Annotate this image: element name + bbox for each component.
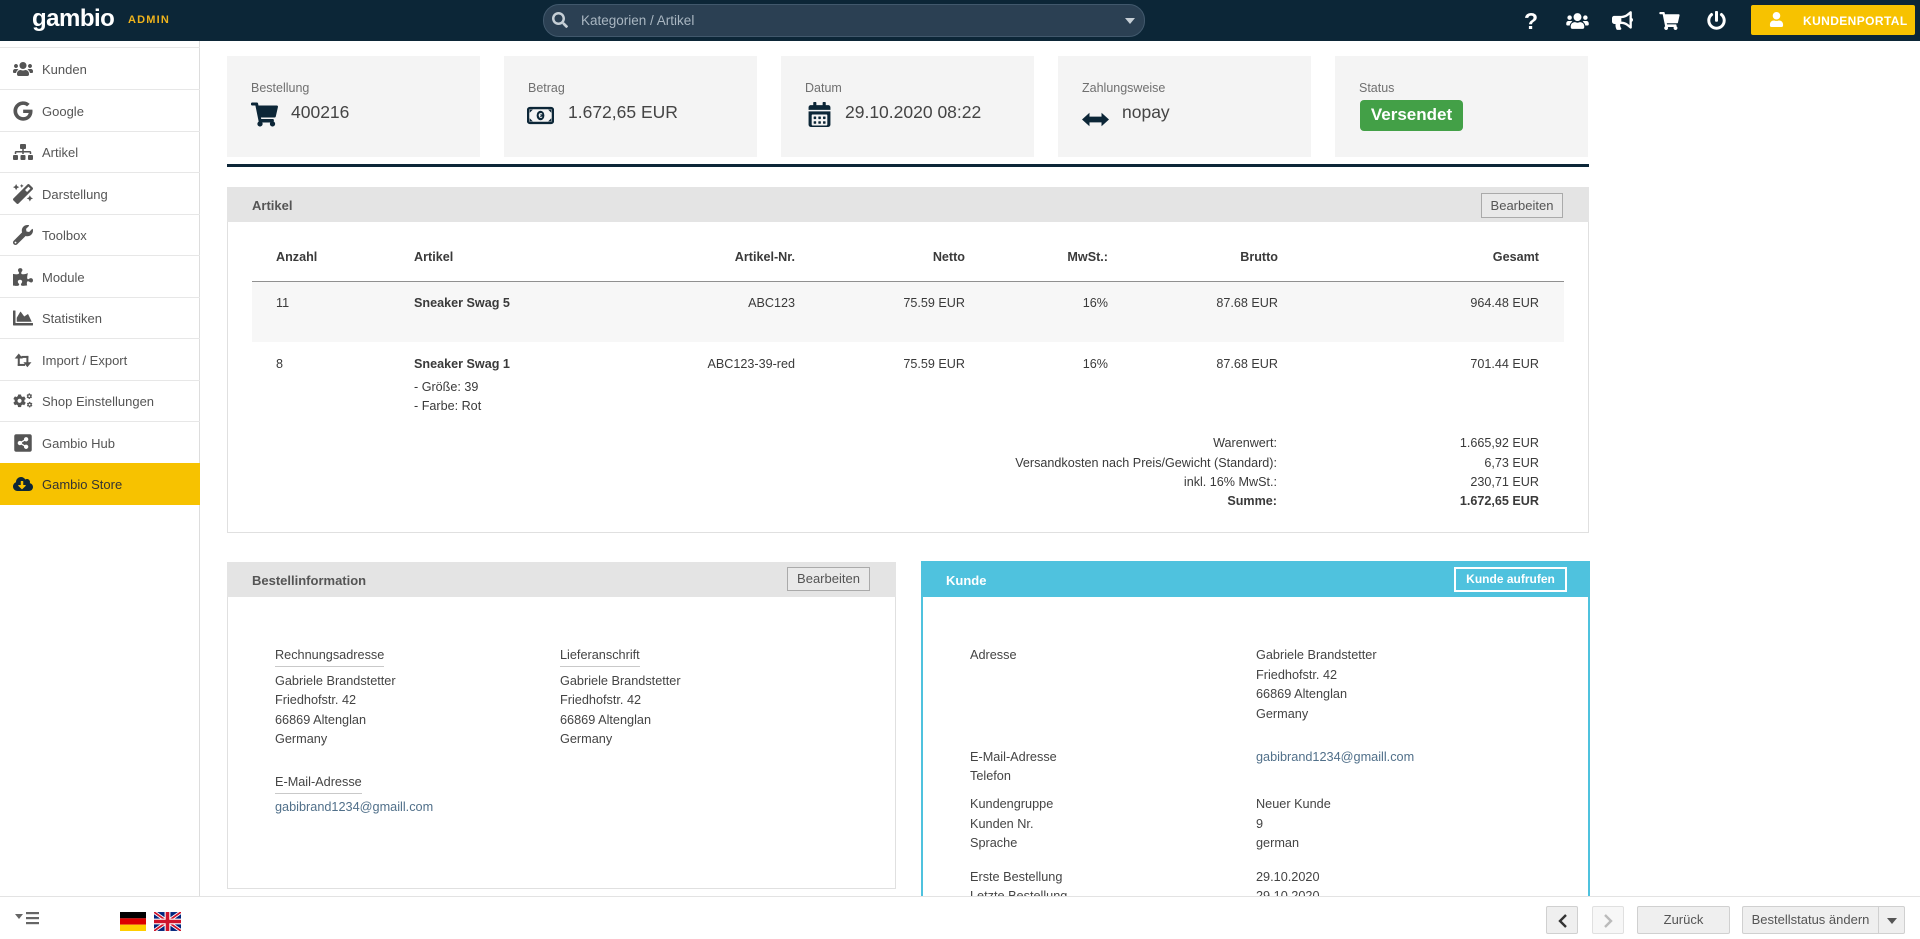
svg-text:€: € [539,111,543,120]
